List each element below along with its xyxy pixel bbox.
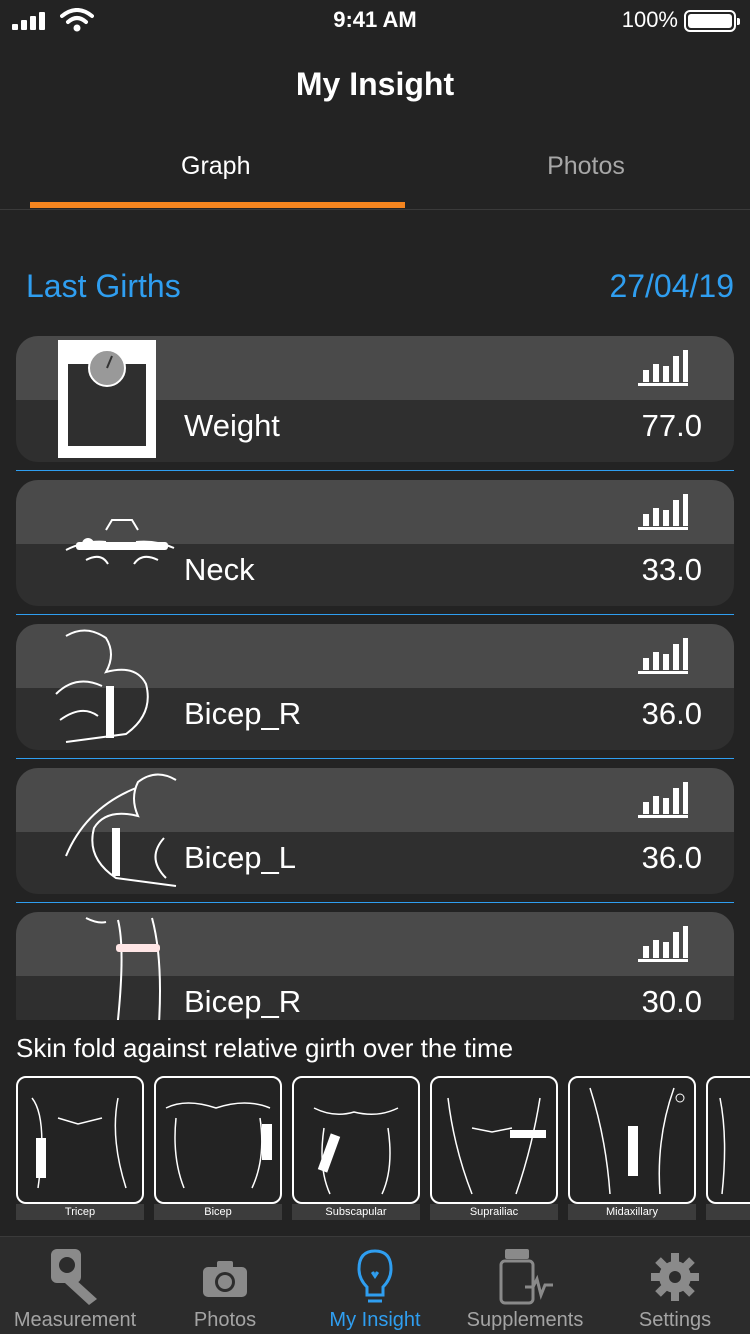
measurement-label: Neck	[184, 552, 255, 587]
thumb-caption: Tricep	[16, 1204, 144, 1220]
tabbar-my-insight[interactable]: My Insight	[300, 1237, 450, 1334]
midaxillary-illustration	[568, 1076, 696, 1204]
bicep-right-icon	[55, 629, 149, 743]
tabbar-settings[interactable]: Settings	[600, 1237, 750, 1334]
divider	[16, 758, 734, 759]
battery-icon	[684, 10, 740, 32]
skinfold-thumb-partial[interactable]	[706, 1076, 750, 1220]
skinfold-caption: Skin fold against relative girth over th…	[16, 1033, 514, 1063]
measurement-value: 33.0	[641, 552, 702, 587]
measurement-value: 36.0	[641, 696, 702, 731]
skinfold-thumb-tricep[interactable]: Tricep	[16, 1076, 144, 1220]
battery-percent: 100%	[621, 7, 678, 32]
measurement-label: Bicep_R	[184, 984, 302, 1019]
measurement-value: 77.0	[641, 408, 702, 443]
subscapular-illustration	[292, 1076, 420, 1204]
measurement-card-neck[interactable]: Neck 33.0	[16, 480, 734, 606]
neck-tape-icon	[65, 519, 175, 565]
tabbar-supplements[interactable]: Supplements	[450, 1237, 600, 1334]
segmented-tabs: Graph Photos	[0, 140, 750, 210]
measurement-card-bicep-left[interactable]: Bicep_L 36.0	[16, 768, 734, 894]
section-date: 27/04/19	[609, 268, 734, 304]
thumb-caption: Subscapular	[292, 1204, 420, 1220]
tab-photos[interactable]: Photos	[375, 152, 750, 181]
skinfold-thumb-midaxillary[interactable]: Midaxillary	[568, 1076, 696, 1220]
bicep-left-icon	[65, 773, 177, 887]
graph-icon[interactable]	[638, 924, 688, 962]
tabbar-measurement[interactable]: Measurement	[0, 1237, 150, 1334]
section-title: Last Girths	[26, 268, 181, 304]
divider	[16, 470, 734, 471]
measurement-icon	[51, 1249, 97, 1305]
measurement-label: Bicep_R	[184, 696, 302, 731]
supplements-icon	[499, 1249, 553, 1305]
measurement-value: 36.0	[641, 840, 702, 875]
lightbulb-icon	[357, 1249, 393, 1303]
skinfold-thumb-subscapular[interactable]: Subscapular	[292, 1076, 420, 1220]
thumb-caption: Bicep	[154, 1204, 282, 1220]
thumb-caption: Midaxillary	[568, 1204, 696, 1220]
page-title: My Insight	[295, 66, 455, 102]
scale-icon	[58, 340, 156, 458]
graph-icon[interactable]	[638, 492, 688, 530]
measurement-value: 30.0	[641, 984, 702, 1019]
suprailiac-illustration	[430, 1076, 558, 1204]
divider	[16, 902, 734, 903]
tab-graph[interactable]: Graph	[30, 152, 405, 181]
measurement-label: Bicep_L	[184, 840, 297, 875]
thumb-caption: Suprailiac	[430, 1204, 558, 1220]
tabbar-label: Supplements	[466, 1309, 584, 1331]
status-bar: 9:41 AM 100%	[0, 0, 750, 40]
gear-icon	[651, 1253, 699, 1301]
graph-icon[interactable]	[638, 636, 688, 674]
graph-icon[interactable]	[638, 780, 688, 818]
skinfold-thumb-bicep[interactable]: Bicep	[154, 1076, 282, 1220]
thumb-caption	[706, 1204, 750, 1220]
measurement-card-weight[interactable]: Weight 77.0	[16, 336, 734, 462]
tab-active-indicator	[30, 202, 405, 208]
skinfold-carousel[interactable]: Tricep Bicep Subscapular Suprailiac Mida…	[16, 1076, 750, 1222]
tabbar-photos[interactable]: Photos	[150, 1237, 300, 1334]
tabbar-label: Settings	[638, 1309, 712, 1331]
tabbar-label: Measurement	[13, 1309, 137, 1331]
bottom-tab-bar: Measurement Photos My Insight Supplement…	[0, 1236, 750, 1334]
camera-icon	[203, 1261, 247, 1297]
arm-tape-icon	[85, 917, 161, 1020]
tabbar-label: Photos	[193, 1309, 257, 1331]
tabbar-label: My Insight	[329, 1309, 421, 1331]
measurement-card-arm[interactable]: Bicep_R 30.0	[16, 912, 734, 1020]
measurement-list[interactable]: Weight 77.0 Neck 33.0 Bicep_R 36.0 Bicep…	[0, 336, 750, 1020]
measurement-label: Weight	[184, 408, 280, 443]
bicep-illustration	[154, 1076, 282, 1204]
skinfold-illustration	[706, 1076, 750, 1204]
tricep-illustration	[16, 1076, 144, 1204]
skinfold-thumb-suprailiac[interactable]: Suprailiac	[430, 1076, 558, 1220]
graph-icon[interactable]	[638, 348, 688, 386]
divider	[16, 614, 734, 615]
section-header: Last Girths 27/04/19	[26, 268, 734, 308]
measurement-card-bicep-right[interactable]: Bicep_R 36.0	[16, 624, 734, 750]
